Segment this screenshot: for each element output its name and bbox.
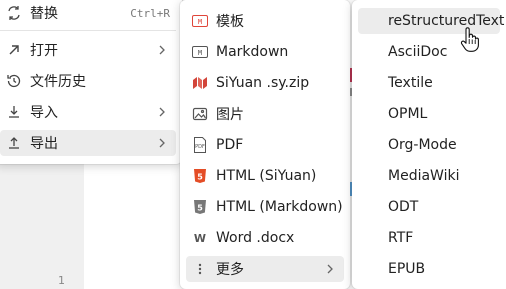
history-icon [6,73,22,89]
more-formats-submenu: reStructuredText AsciiDoc Textile OPML O… [352,0,506,289]
html5-icon: 5 [192,168,208,184]
format-item-org-mode[interactable]: Org-Mode [358,132,500,158]
word-icon: W [192,230,208,246]
export-item-html-markdown[interactable]: 5 HTML (Markdown) [186,194,344,220]
svg-text:PDF: PDF [195,144,205,150]
format-item-mediawiki[interactable]: MediaWiki [358,163,500,189]
replace-icon [6,5,22,21]
chevron-right-icon [158,45,168,55]
html5-gray-icon: 5 [192,199,208,215]
svg-text:M: M [198,49,202,57]
pdf-icon: PDF [192,137,208,153]
export-icon [6,135,22,151]
export-item-siyuan-zip[interactable]: SiYuan .sy.zip [186,70,344,96]
menu-item-open[interactable]: 打开 [0,37,176,63]
import-icon [6,104,22,120]
format-item-textile[interactable]: Textile [358,70,500,96]
chevron-right-icon [158,138,168,148]
export-item-template[interactable]: M 模板 [186,8,344,34]
export-item-markdown[interactable]: M Markdown [186,39,344,65]
chevron-right-icon [158,107,168,117]
export-item-word-docx[interactable]: W Word .docx [186,225,344,251]
export-item-more[interactable]: 更多 [186,256,344,282]
hand-pointer-cursor-icon [460,27,480,53]
svg-text:5: 5 [197,173,203,182]
export-item-image[interactable]: 图片 [186,101,344,127]
siyuan-icon [192,75,208,91]
export-item-pdf[interactable]: PDF PDF [186,132,344,158]
markdown-icon: M [192,44,208,60]
main-context-menu: 替换 Ctrl+R 打开 文件历史 导入 导出 [0,0,182,164]
image-icon [192,106,208,122]
menu-item-replace[interactable]: 替换 Ctrl+R [0,0,176,26]
format-item-odt[interactable]: ODT [358,194,500,220]
format-item-rtf[interactable]: RTF [358,225,500,251]
menu-item-import[interactable]: 导入 [0,99,176,125]
template-icon: M [192,13,208,29]
chevron-right-icon [326,264,336,274]
menu-item-file-history[interactable]: 文件历史 [0,68,176,94]
export-item-html-siyuan[interactable]: 5 HTML (SiYuan) [186,163,344,189]
format-item-opml[interactable]: OPML [358,101,500,127]
line-number: 1 [58,274,65,287]
more-icon [192,261,208,277]
menu-separator [0,30,176,31]
menu-item-export[interactable]: 导出 [0,130,176,156]
format-item-epub[interactable]: EPUB [358,256,500,282]
export-submenu: M 模板 M Markdown SiYuan .sy.zip 图片 PDF PD… [180,0,350,289]
open-icon [6,42,22,58]
svg-text:5: 5 [197,204,203,213]
svg-text:M: M [198,18,202,26]
svg-text:W: W [194,232,206,244]
